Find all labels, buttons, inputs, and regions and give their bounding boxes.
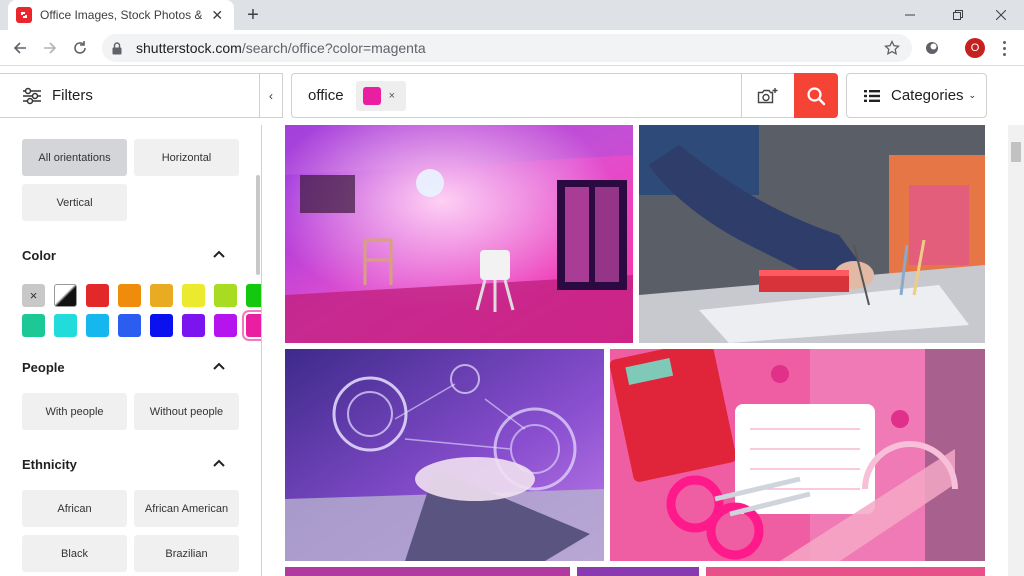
- color-swatch-lime[interactable]: [214, 284, 237, 307]
- back-arrow-icon[interactable]: [8, 36, 32, 60]
- tab-title: Office Images, Stock Photos & Ve: [40, 8, 203, 22]
- color-swatch-black-white[interactable]: [54, 284, 77, 307]
- color-chip-swatch: [362, 86, 381, 105]
- extension-icon[interactable]: [924, 40, 940, 56]
- color-section-title: Color: [22, 248, 56, 263]
- color-swatch-violet[interactable]: [182, 314, 205, 337]
- collapse-sidebar-button[interactable]: ‹: [260, 73, 283, 118]
- page-scrollbar-thumb[interactable]: [1011, 142, 1021, 162]
- forward-arrow-icon[interactable]: [38, 36, 62, 60]
- result-image-partial[interactable]: [577, 567, 699, 576]
- color-swatch-red[interactable]: [86, 284, 109, 307]
- orientation-horizontal[interactable]: Horizontal: [134, 139, 239, 176]
- categories-label: Categories: [891, 87, 964, 104]
- chevron-up-icon[interactable]: [212, 249, 226, 259]
- new-tab-button[interactable]: +: [242, 4, 264, 26]
- color-swatch-sky[interactable]: [86, 314, 109, 337]
- color-swatch-green[interactable]: [246, 284, 261, 307]
- filters-label: Filters: [52, 87, 93, 104]
- search-input[interactable]: office ×: [291, 73, 794, 118]
- orientation-all[interactable]: All orientations: [22, 139, 127, 176]
- minimize-icon[interactable]: [887, 0, 933, 30]
- browser-tab-bar: Office Images, Stock Photos & Ve ✕ +: [0, 0, 1024, 30]
- url-host: shutterstock.com: [136, 40, 242, 56]
- color-swatch-blue[interactable]: [118, 314, 141, 337]
- ethnicity-african[interactable]: African: [22, 490, 127, 527]
- ethnicity-african-american[interactable]: African American: [134, 490, 239, 527]
- search-query-text: office: [308, 87, 344, 104]
- result-image-partial[interactable]: [706, 567, 985, 576]
- site-header: Filters ‹ office × Categories ⌄: [0, 67, 1024, 125]
- url-path: /search/office?color=magenta: [241, 40, 426, 56]
- people-with[interactable]: With people: [22, 393, 127, 430]
- orientation-vertical[interactable]: Vertical: [22, 184, 127, 221]
- result-image-pink-stationery[interactable]: [610, 349, 985, 561]
- profile-avatar[interactable]: O: [965, 38, 985, 58]
- color-swatch-clear[interactable]: ×: [22, 284, 45, 307]
- search-button[interactable]: [794, 73, 838, 118]
- address-bar[interactable]: shutterstock.com/search/office?color=mag…: [102, 34, 912, 62]
- bookmark-star-icon[interactable]: [884, 39, 900, 56]
- ethnicity-black[interactable]: Black: [22, 535, 127, 572]
- sidebar-scrollbar[interactable]: [256, 175, 260, 275]
- lock-icon: [112, 41, 124, 55]
- color-swatch-orange[interactable]: [118, 284, 141, 307]
- chevron-up-icon[interactable]: [212, 458, 226, 468]
- color-swatch-purple[interactable]: [214, 314, 237, 337]
- color-swatch-teal[interactable]: [22, 314, 45, 337]
- people-without[interactable]: Without people: [134, 393, 239, 430]
- camera-plus-icon: [757, 87, 778, 103]
- ethnicity-brazilian[interactable]: Brazilian: [134, 535, 239, 572]
- search-by-image-button[interactable]: [741, 73, 794, 118]
- result-image-magenta-room[interactable]: [285, 125, 633, 343]
- chevron-down-icon: ⌄: [968, 90, 977, 100]
- shutterstock-favicon-icon: [16, 7, 32, 23]
- filters-button[interactable]: Filters: [0, 73, 260, 118]
- color-filter-chip[interactable]: ×: [355, 80, 406, 111]
- color-swatch-magenta[interactable]: [246, 314, 261, 337]
- search-icon: [807, 86, 826, 105]
- reload-icon[interactable]: [68, 36, 92, 60]
- browser-toolbar: shutterstock.com/search/office?color=mag…: [0, 30, 1024, 66]
- color-swatch-yellow[interactable]: [182, 284, 205, 307]
- color-swatch-turquoise[interactable]: [54, 314, 77, 337]
- list-icon: [864, 89, 880, 102]
- color-swatch-amber[interactable]: [150, 284, 173, 307]
- filters-sidebar: All orientations Horizontal Vertical Col…: [0, 125, 262, 576]
- result-image-digital-hand[interactable]: [285, 349, 604, 561]
- browser-tab[interactable]: Office Images, Stock Photos & Ve ✕: [8, 0, 234, 30]
- color-swatch-navy[interactable]: [150, 314, 173, 337]
- url-text: shutterstock.com/search/office?color=mag…: [136, 40, 426, 56]
- people-section-title: People: [22, 360, 65, 375]
- browser-menu-icon[interactable]: [996, 38, 1012, 58]
- remove-color-icon[interactable]: ×: [389, 90, 395, 102]
- restore-icon[interactable]: [935, 0, 981, 30]
- result-image-architect-drawing[interactable]: [639, 125, 985, 343]
- page-scrollbar[interactable]: [1008, 125, 1024, 576]
- result-image-partial[interactable]: [285, 567, 570, 576]
- tab-close-icon[interactable]: ✕: [208, 6, 226, 24]
- categories-button[interactable]: Categories ⌄: [846, 73, 987, 118]
- chevron-up-icon[interactable]: [212, 361, 226, 371]
- ethnicity-section-title: Ethnicity: [22, 457, 77, 472]
- window-close-icon[interactable]: [978, 0, 1024, 30]
- filters-sliders-icon: [23, 87, 41, 104]
